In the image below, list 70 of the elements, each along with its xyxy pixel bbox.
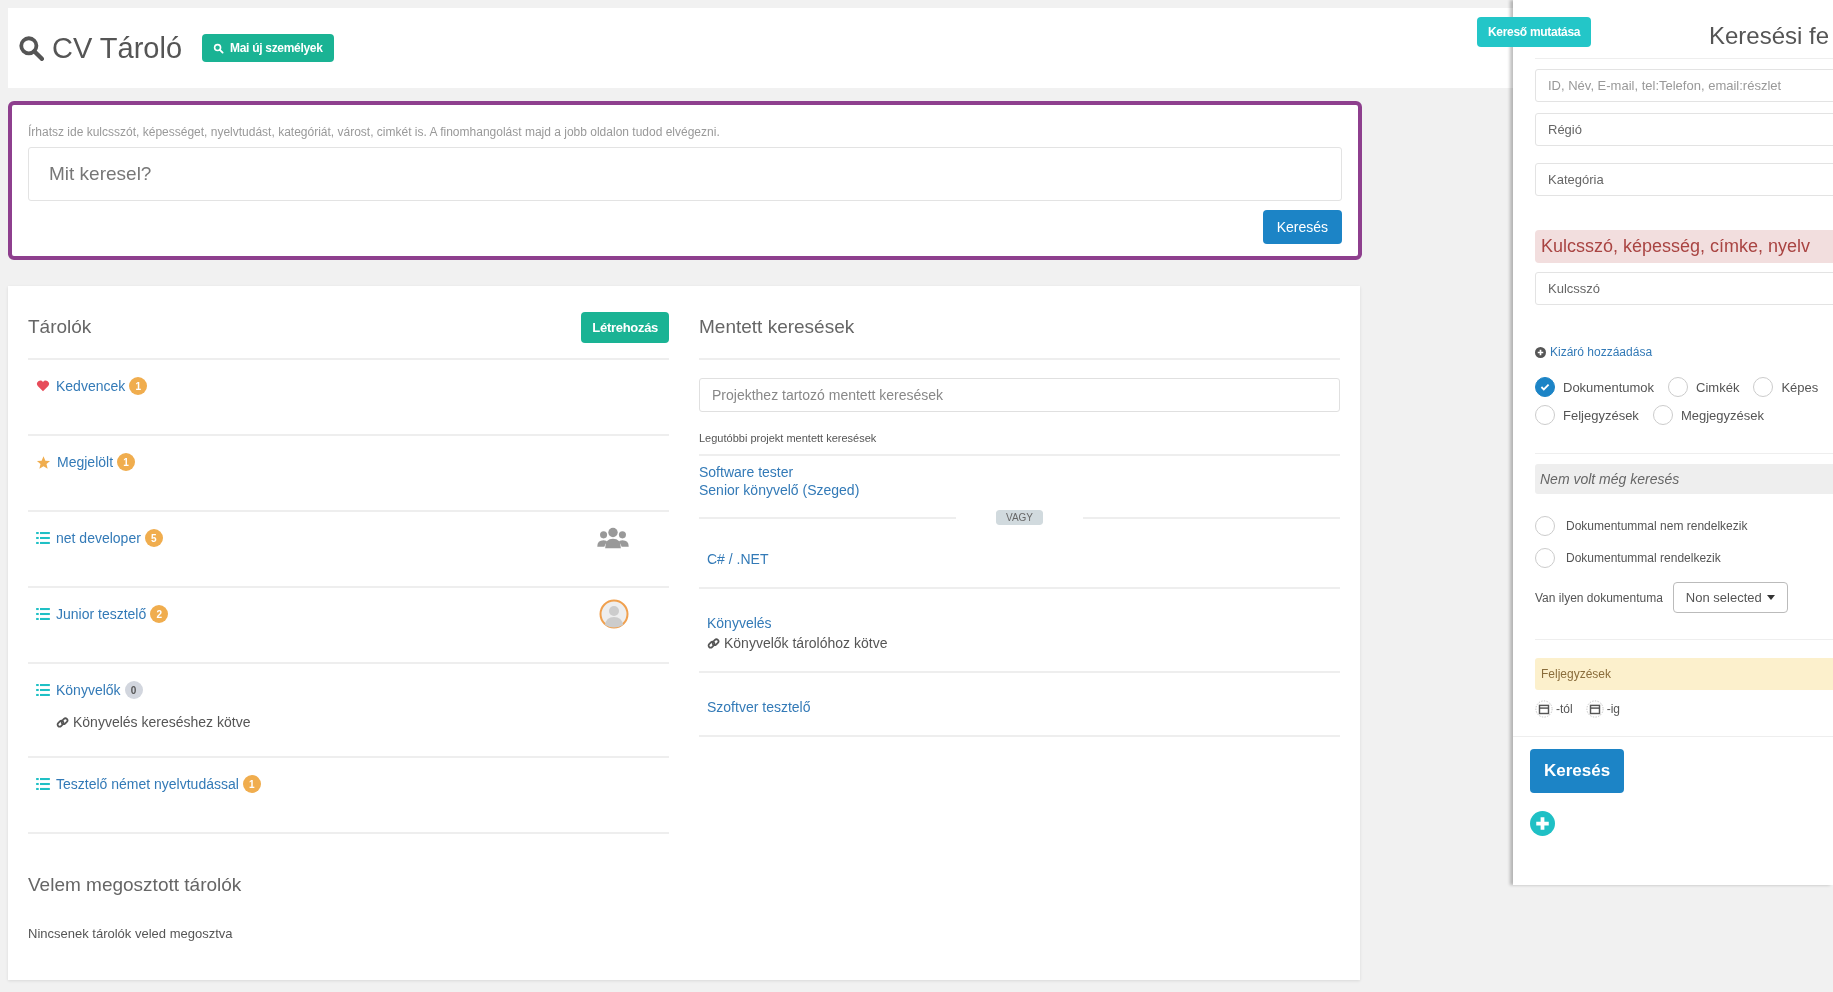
container-link[interactable]: net developer	[56, 530, 141, 546]
recent-search-link[interactable]: Software tester	[699, 464, 1340, 480]
container-link[interactable]: Könyvelők	[56, 682, 121, 698]
search-field[interactable]: Mit keresel?	[28, 147, 1342, 201]
calendar-icon[interactable]	[1585, 700, 1604, 718]
date-from-label: -tól	[1556, 702, 1573, 716]
page-title: CV Tároló	[52, 31, 183, 65]
saved-search-link[interactable]: C# / .NET	[707, 551, 1332, 567]
linked-container-note: Könyvelők tárolóhoz kötve	[724, 635, 888, 651]
add-icon[interactable]	[1530, 811, 1555, 836]
count-badge: 5	[144, 529, 163, 547]
empty-message: Nincsenek tárolók veled megosztva	[28, 926, 234, 941]
saved-search-link[interactable]: Könyvelés	[707, 615, 1332, 631]
section-title: Mentett keresések	[699, 316, 855, 338]
recent-searches-label: Legutóbbi projekt mentett keresések	[699, 432, 1340, 456]
container-link[interactable]: Junior tesztelő	[56, 606, 147, 622]
new-people-button[interactable]: Mai új személyek	[202, 34, 334, 62]
plus-circle-icon	[1535, 346, 1546, 358]
linked-search-note: Könyvelés kereséshez kötve	[73, 714, 251, 730]
count-badge: 1	[242, 775, 261, 793]
saved-search-field[interactable]: Projekthez tartozó mentett keresések	[699, 378, 1340, 412]
link-icon	[56, 715, 69, 729]
section-title: Velem megosztott tárolók	[28, 874, 243, 896]
count-badge: 2	[150, 605, 169, 623]
add-exclusion-link[interactable]: Kizáró hozzáadása	[1535, 345, 1833, 359]
search-button[interactable]: Keresés	[1262, 210, 1342, 244]
heart-icon	[36, 379, 50, 393]
keyword-field[interactable]: Kulcsszó	[1535, 272, 1833, 305]
search-icon	[213, 42, 225, 54]
container-link[interactable]: Tesztelő német nyelvtudással	[56, 776, 239, 792]
check-icon	[1539, 381, 1551, 393]
container-link[interactable]: Megjelölt	[57, 454, 114, 470]
list-icon	[36, 778, 50, 790]
saved-search-link[interactable]: Szoftver tesztelő	[707, 699, 1332, 715]
calendar-icon[interactable]	[1535, 700, 1553, 718]
source-checkbox[interactable]: Feljegyzések	[1535, 405, 1639, 425]
document-dropdown[interactable]: Non selected	[1672, 582, 1788, 613]
keyword-heading: Kulcsszó, képesség, címke, nyelv	[1535, 230, 1833, 263]
document-filter-label: Van ilyen dokumentuma	[1535, 590, 1663, 605]
search-history-note: Nem volt még keresés	[1535, 464, 1833, 494]
list-icon	[36, 608, 50, 620]
count-badge: 1	[129, 377, 148, 395]
checkbox[interactable]	[1535, 377, 1555, 397]
avatar-icon	[599, 599, 629, 629]
source-checkbox[interactable]: Dokumentumok	[1535, 377, 1655, 397]
source-checkbox[interactable]: Megjegyzések	[1652, 405, 1764, 425]
count-badge: 1	[117, 453, 136, 471]
source-checkbox[interactable]: Cimkék	[1668, 377, 1740, 397]
group-icon	[597, 527, 629, 549]
count-badge: 0	[124, 681, 143, 699]
filter-field[interactable]: Kategória	[1535, 163, 1833, 196]
list-icon	[36, 532, 50, 544]
date-to-label: -ig	[1606, 702, 1620, 716]
search-hint: Írhatsz ide kulcsszót, képességet, nyelvtudást, kategóriát, várost, cimkét is. A finomhangolást majd a jobb oldalon tudod elvégezni.	[28, 125, 721, 139]
source-checkbox[interactable]: Képes	[1753, 377, 1819, 397]
link-icon	[707, 636, 720, 650]
create-button[interactable]: Létrehozás	[581, 311, 669, 343]
filter-field[interactable]: Régió	[1535, 113, 1833, 146]
list-icon	[36, 684, 50, 696]
star-icon	[36, 454, 51, 470]
filter-field[interactable]: ID, Név, E-mail, tel:Telefon, email:részlet	[1535, 69, 1833, 102]
recent-search-link[interactable]: Senior könyvelő (Szeged)	[699, 482, 1340, 498]
document-radio[interactable]: Dokumentummal rendelkezik	[1535, 548, 1833, 568]
document-radio[interactable]: Dokumentummal nem rendelkezik	[1535, 516, 1833, 536]
notes-heading: Feljegyzések	[1535, 658, 1833, 690]
search-button[interactable]: Keresés	[1530, 749, 1625, 793]
section-title: Tárolók	[28, 316, 92, 338]
caret-icon	[1766, 595, 1775, 600]
search-icon	[18, 35, 44, 61]
container-link[interactable]: Kedvencek	[56, 378, 126, 394]
